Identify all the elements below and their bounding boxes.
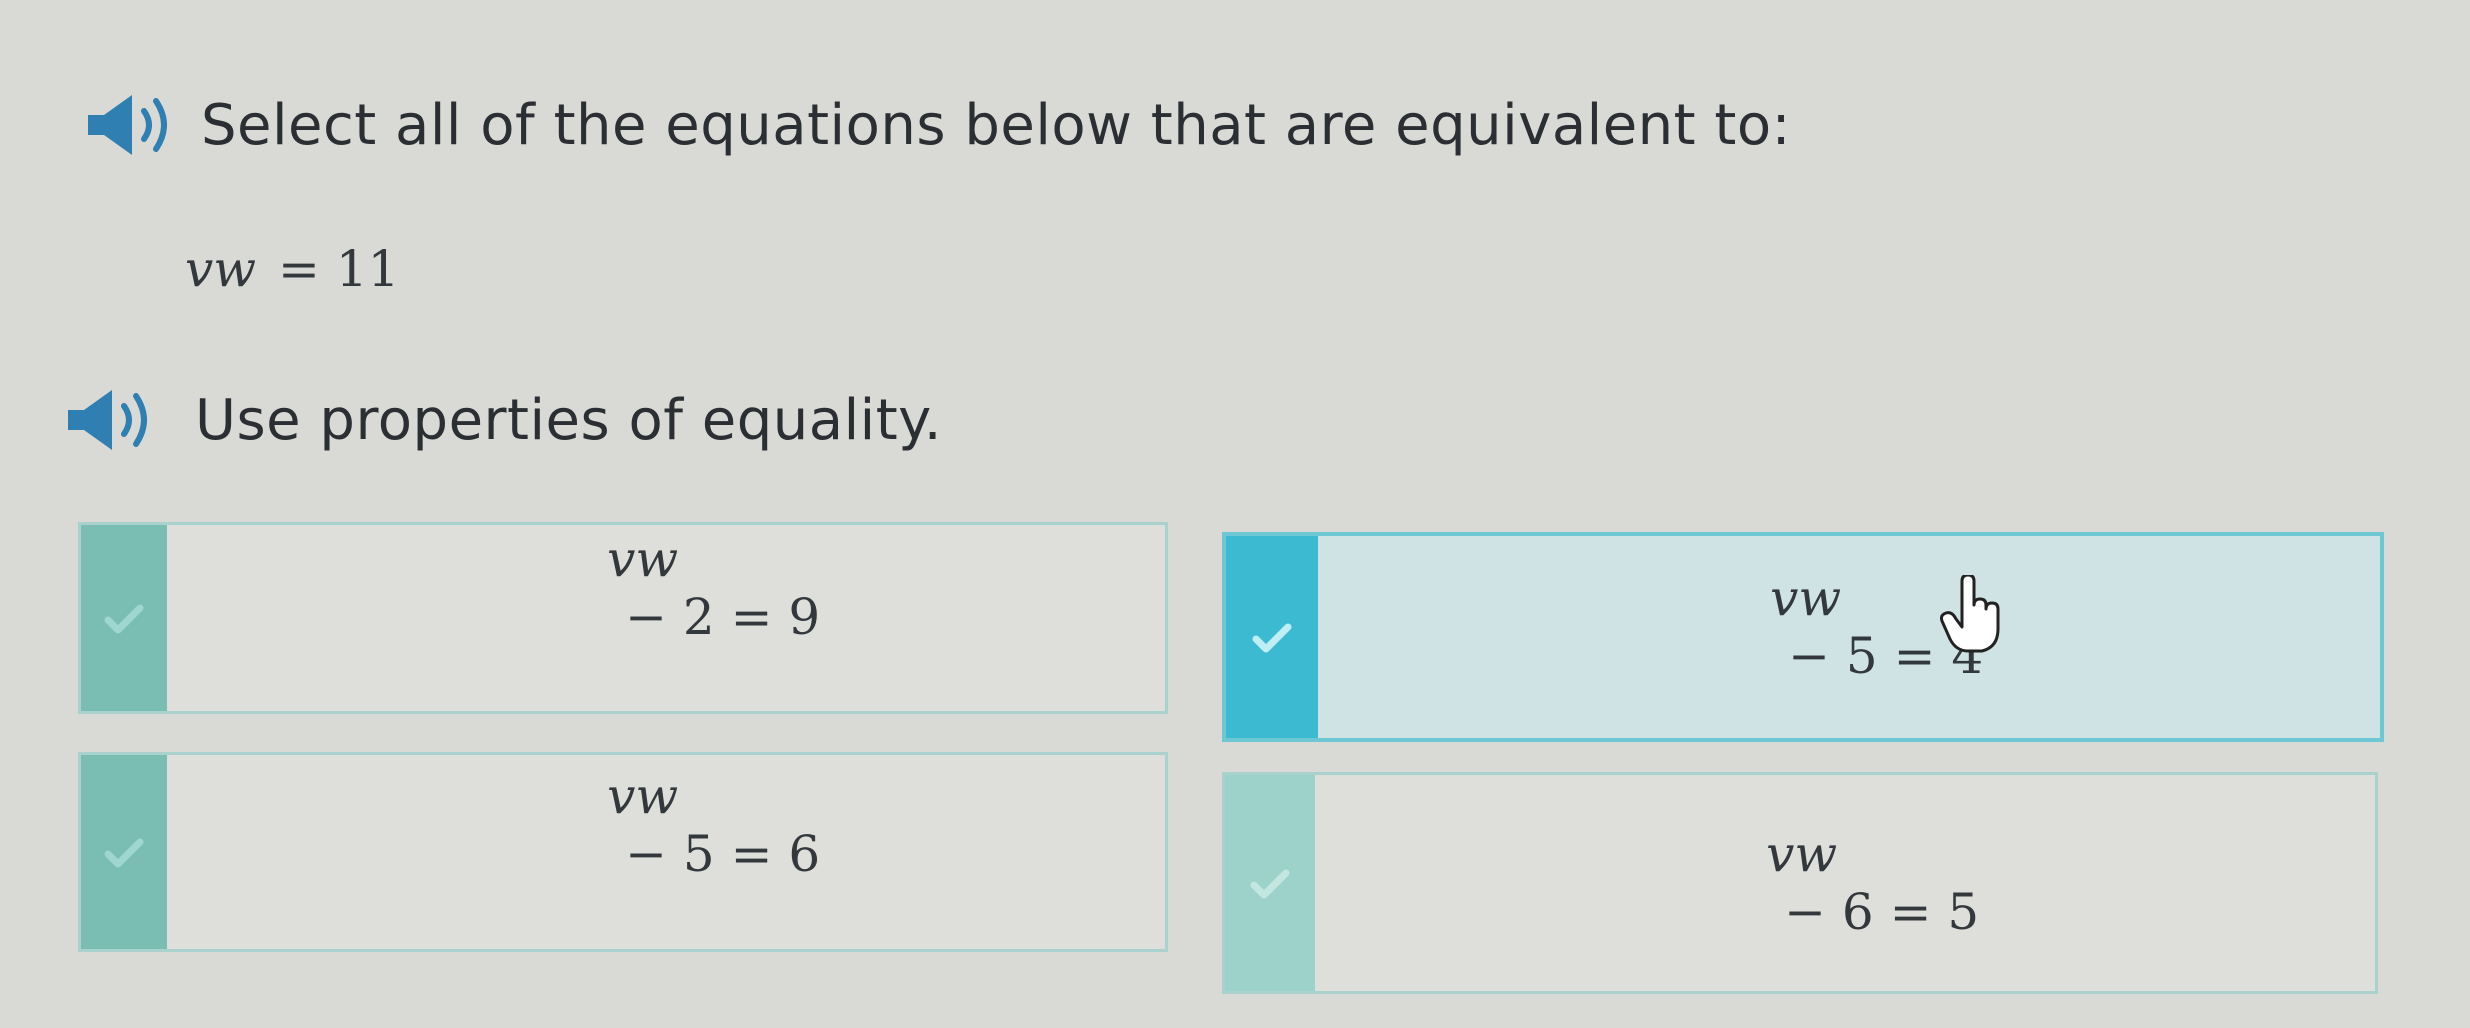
- question-title: Select all of the equations below that a…: [201, 92, 1791, 158]
- speaker-icon[interactable]: [75, 90, 185, 160]
- choice-variables: vw: [1770, 569, 1842, 627]
- answer-choice-4[interactable]: vw − 6 = 5: [1222, 772, 2378, 994]
- choice-tab[interactable]: [1225, 775, 1315, 991]
- choice-equation: vw − 6 = 5: [1671, 767, 1979, 999]
- target-equation: vw = 11: [185, 240, 399, 298]
- checkmark-icon: [1252, 623, 1292, 653]
- choice-rhs: − 2 = 9: [625, 588, 821, 646]
- choice-rhs: − 5 = 6: [625, 824, 821, 883]
- choice-variables: vw: [607, 530, 679, 588]
- choice-rhs: − 6 = 5: [1784, 883, 1980, 941]
- choice-equation: vw − 5 = 6: [512, 709, 820, 941]
- answer-choice-1[interactable]: vw − 2 = 9: [78, 522, 1168, 714]
- checkmark-icon: [1250, 869, 1290, 899]
- choice-tab[interactable]: [1226, 536, 1318, 738]
- choice-tab[interactable]: [81, 755, 167, 949]
- checkmark-icon: [104, 838, 144, 868]
- choice-body[interactable]: vw − 5 = 4: [1318, 536, 2380, 738]
- choice-body[interactable]: vw − 5 = 6: [167, 755, 1165, 949]
- choice-variables: vw: [1766, 825, 1838, 883]
- answer-choice-2[interactable]: vw − 5 = 4: [1222, 532, 2384, 742]
- hand-pointer-icon: [1940, 573, 2004, 659]
- target-equation-variables: vw: [185, 240, 257, 298]
- choice-tab[interactable]: [81, 525, 167, 711]
- choice-equation: vw − 5 = 4: [1675, 511, 1983, 743]
- choice-equation: vw − 2 = 9: [512, 472, 820, 704]
- target-equation-rhs: = 11: [278, 240, 400, 298]
- hint-text: Use properties of equality.: [195, 387, 943, 453]
- answer-choice-3[interactable]: vw − 5 = 6: [78, 752, 1168, 952]
- choice-variables: vw: [607, 766, 679, 825]
- choice-body[interactable]: vw − 2 = 9: [167, 525, 1165, 711]
- hint-row: Use properties of equality.: [55, 385, 942, 455]
- choice-body[interactable]: vw − 6 = 5: [1315, 775, 2375, 991]
- question-title-row: Select all of the equations below that a…: [75, 90, 1791, 160]
- speaker-icon[interactable]: [55, 385, 165, 455]
- checkmark-icon: [104, 604, 144, 634]
